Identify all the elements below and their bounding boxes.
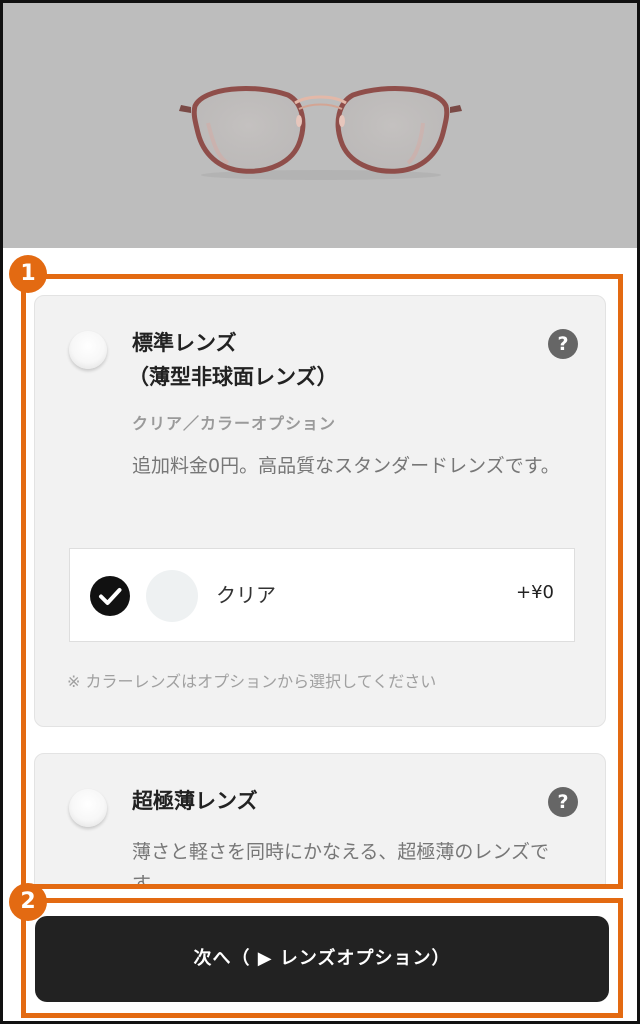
lens-title: 標準レンズ （薄型非球面レンズ） (128, 326, 338, 394)
next-button[interactable]: 次へ（ ▶ レンズオプション） (35, 916, 609, 1002)
lens-description: 追加料金0円。高品質なスタンダードレンズです。 (132, 455, 560, 477)
checkmark-icon[interactable] (90, 576, 130, 616)
lens-select-radio[interactable] (69, 789, 107, 827)
lens-title-line1: 標準レンズ (132, 331, 237, 355)
lens-card-ultra-thin[interactable]: 超極薄レンズ ? 薄さと軽さを同時にかなえる、超極薄のレンズです。 (34, 753, 606, 888)
annotation-badge-2: 2 (9, 883, 47, 921)
lens-title: 超極薄レンズ (132, 789, 258, 813)
screen-frame: 標準レンズ （薄型非球面レンズ） ? クリア／カラーオプション 追加料金0円。高… (0, 0, 640, 1024)
option-price: +¥0 (516, 582, 554, 603)
color-lens-note: ※ カラーレンズはオプションから選択してください (67, 672, 437, 691)
clear-lens-swatch (146, 570, 198, 622)
lens-subtitle: クリア／カラーオプション (132, 414, 337, 433)
eyeglasses-product-image (179, 85, 462, 180)
help-icon[interactable]: ? (548, 329, 578, 359)
help-icon[interactable]: ? (548, 787, 578, 817)
lens-select-radio[interactable] (69, 331, 107, 369)
lens-card-standard[interactable]: 標準レンズ （薄型非球面レンズ） ? クリア／カラーオプション 追加料金0円。高… (34, 295, 606, 727)
product-image-area (3, 3, 637, 248)
lens-color-option-clear[interactable]: クリア +¥0 (69, 548, 575, 642)
lens-option-list[interactable]: 標準レンズ （薄型非球面レンズ） ? クリア／カラーオプション 追加料金0円。高… (3, 248, 637, 888)
lens-description: 薄さと軽さを同時にかなえる、超極薄のレンズです。 (132, 841, 550, 888)
option-name: クリア (216, 583, 276, 607)
annotation-badge-1: 1 (9, 255, 47, 293)
lens-title-line2: （薄型非球面レンズ） (128, 365, 338, 389)
bottom-action-bar: 次へ（ ▶ レンズオプション） (3, 888, 637, 1021)
